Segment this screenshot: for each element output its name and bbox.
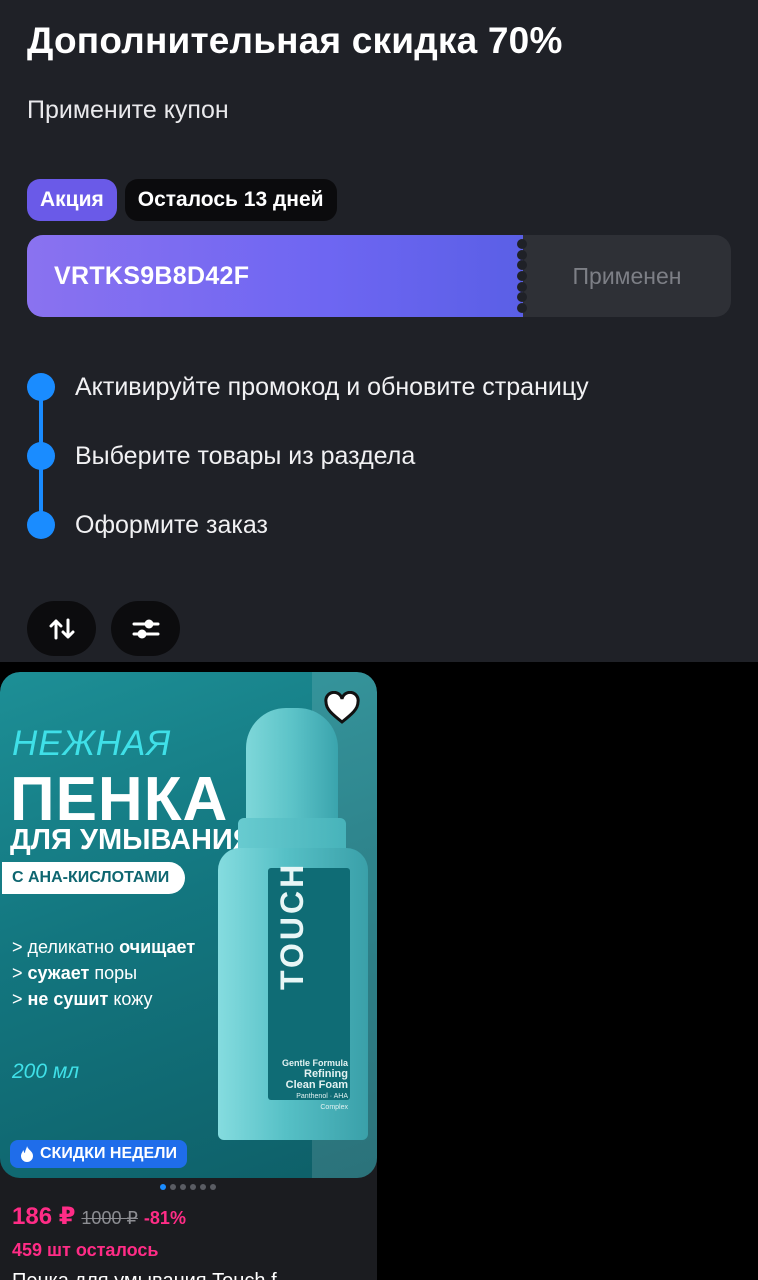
step-text: Оформите заказ xyxy=(75,511,268,539)
price-old: 1000 ₽ xyxy=(81,1208,138,1228)
discount-percent: -81% xyxy=(143,1208,186,1228)
step-item: Выберите товары из раздела xyxy=(27,437,589,506)
sort-button[interactable] xyxy=(27,601,96,656)
coupon-applied-button[interactable]: Применен xyxy=(523,235,731,317)
steps-list: Активируйте промокод и обновите страницу… xyxy=(27,368,589,575)
stock-left: 459 шт осталось xyxy=(12,1240,159,1260)
step-text: Выберите товары из раздела xyxy=(75,442,416,470)
page-title: Дополнительная скидка 70% xyxy=(27,20,563,61)
product-name[interactable]: Пенка для умывания Touch f xyxy=(12,1270,277,1280)
image-bullets: > деликатно очищает > сужает поры > не с… xyxy=(12,937,196,1009)
coupon-code-area[interactable]: VRTKS9B8D42F xyxy=(27,235,527,317)
promo-badges: Акция Осталось 13 дней xyxy=(27,179,337,221)
promo-section: Дополнительная скидка 70% Примените купо… xyxy=(0,0,758,662)
bottle-brand: TOUCH xyxy=(274,861,310,990)
product-card[interactable]: НЕЖНАЯ ПЕНКА ДЛЯ УМЫВАНИЯ С АНА-КИСЛОТАМ… xyxy=(0,672,377,1280)
page-subtitle: Примените купон xyxy=(27,96,229,124)
price-current: 186 ₽ xyxy=(12,1203,76,1230)
price-row: 186 ₽ 1000 ₽ -81% xyxy=(12,1202,186,1231)
days-left-badge: Осталось 13 дней xyxy=(124,179,337,221)
coupon-perforation xyxy=(517,239,529,313)
step-dot-icon xyxy=(27,511,55,539)
step-dot-icon xyxy=(27,373,55,401)
promo-badge: Акция xyxy=(27,179,117,221)
image-text-line1: НЕЖНАЯ xyxy=(12,724,172,763)
step-item: Активируйте промокод и обновите страницу xyxy=(27,368,589,437)
step-dot-icon xyxy=(27,442,55,470)
bottle-illustration: TOUCH Gentle Formula Refining Clean Foam… xyxy=(218,700,368,1140)
favorite-button[interactable] xyxy=(320,686,364,730)
filter-sliders-icon xyxy=(132,619,159,638)
sort-arrows-icon xyxy=(49,618,74,639)
gallery-dots xyxy=(160,1184,216,1190)
sale-badge: СКИДКИ НЕДЕЛИ xyxy=(10,1140,187,1168)
image-pill: С АНА-КИСЛОТАМИ xyxy=(2,862,186,894)
bottle-label-text: Gentle Formula Refining Clean Foam Panth… xyxy=(281,1058,348,1111)
heart-icon xyxy=(324,691,360,724)
coupon-code: VRTKS9B8D42F xyxy=(54,261,250,290)
image-volume: 200 мл xyxy=(12,1060,80,1083)
fire-icon xyxy=(21,1146,33,1162)
coupon-card[interactable]: VRTKS9B8D42F Применен xyxy=(27,235,731,317)
filter-button[interactable] xyxy=(111,601,180,656)
step-text: Активируйте промокод и обновите страницу xyxy=(75,373,589,401)
toolbar xyxy=(27,601,180,656)
product-image[interactable]: НЕЖНАЯ ПЕНКА ДЛЯ УМЫВАНИЯ С АНА-КИСЛОТАМ… xyxy=(0,672,377,1178)
step-item: Оформите заказ xyxy=(27,506,589,575)
